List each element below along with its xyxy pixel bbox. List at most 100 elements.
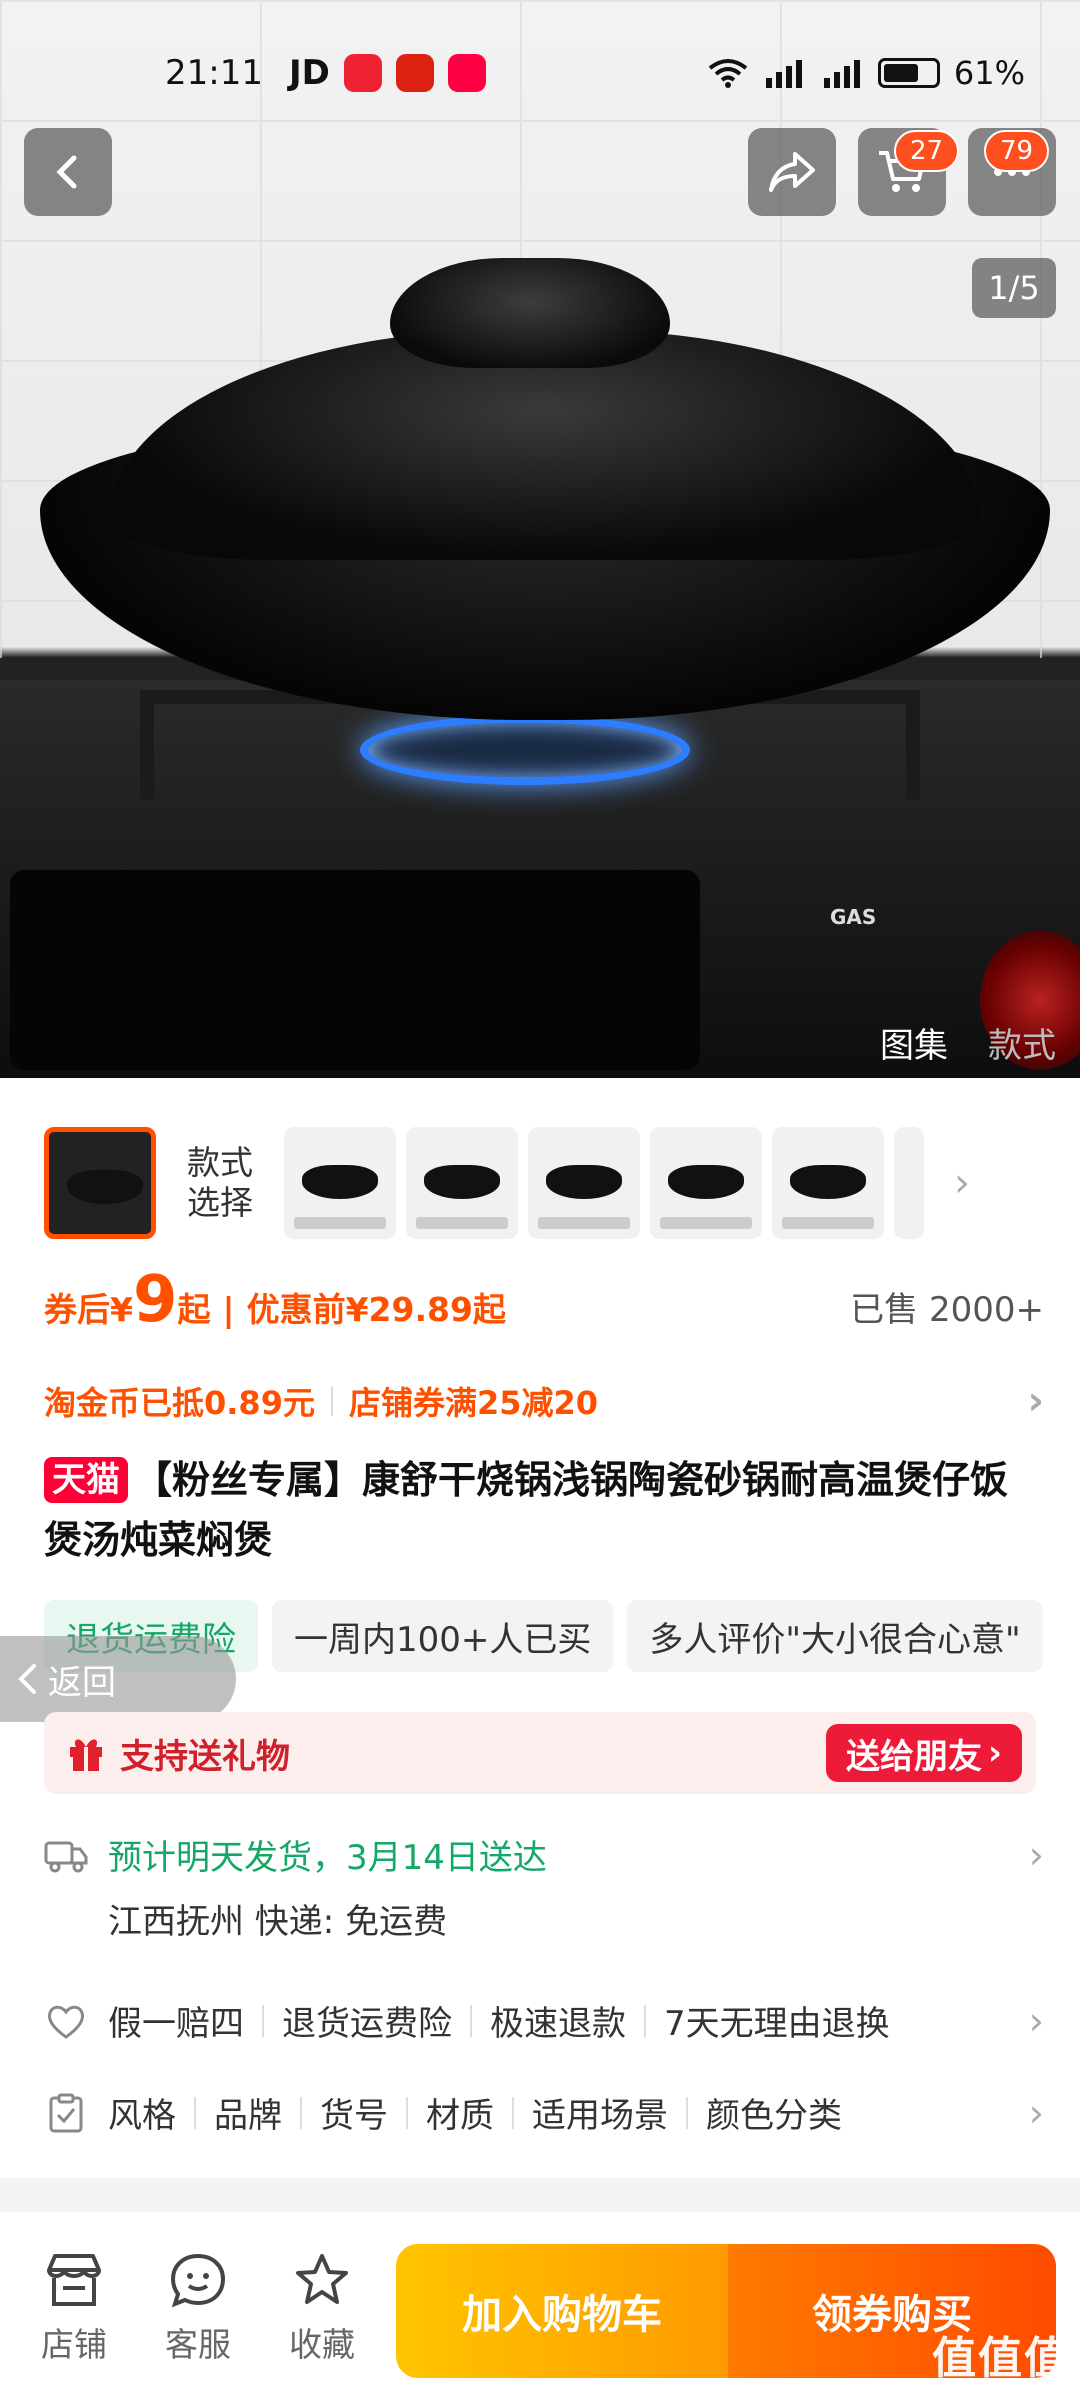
hero-tabs: 图集 款式 [880,1018,1056,1067]
status-right: 61% [708,54,1025,92]
style-select-label: 款式 选择 [174,1143,266,1223]
signal-icon [823,60,860,88]
blue-flame [360,715,690,785]
stove-front-panel [10,870,700,1070]
thumb-pot-image [668,1165,744,1199]
cart-count-badge: 27 [894,130,960,172]
chat-bubble-icon [170,2253,226,2308]
gift-icon [70,1739,102,1771]
share-icon [769,152,815,192]
back-button[interactable] [24,128,112,216]
customer-service-label: 客服 [165,2325,231,2364]
tag-review-highlight[interactable]: 多人评价"大小很合心意" [627,1600,1043,1672]
thumb-pot-image [302,1165,378,1199]
floating-back-label: 返回 [48,1662,116,1703]
divider [194,2096,196,2129]
chevron-right-icon: › [1028,1832,1044,1877]
price-separator: | [222,1290,235,1329]
shipping-row[interactable]: 预计明天发货，3月14日送达 › [44,1830,1044,1879]
thumb-pot-image [67,1170,143,1204]
shop-coupon-text: 店铺券满25减20 [348,1384,599,1422]
section-divider [0,2178,1080,2212]
thumb-caption-tag [294,1217,386,1229]
chevron-right-icon: › [1027,1378,1044,1424]
chevron-right-icon: › [987,1733,1002,1773]
clipboard-icon [44,2093,88,2133]
divider [686,2096,688,2129]
thumb-pot-image [424,1165,500,1199]
thumb-caption-tag [538,1217,630,1229]
heart-shield-icon [44,2003,88,2039]
divider [262,2004,264,2037]
param-item: 品牌 [214,2096,282,2136]
currency-symbol: ¥ [110,1290,133,1329]
price-row: 券后 ¥ 9 起 | 优惠前 ¥29.89 起 已售 2000+ [44,1268,1044,1332]
guarantee-item: 假一赔四 [108,2004,244,2044]
store-button[interactable]: 店铺 [24,2252,124,2366]
share-button[interactable] [748,128,836,216]
notification-app-icon [343,54,382,92]
thumb-caption-tag [416,1217,508,1229]
thumb-pot-image [790,1165,866,1199]
add-to-cart-label: 加入购物车 [462,2292,662,2338]
param-item: 风格 [108,2096,176,2136]
star-icon [296,2254,348,2304]
divider [644,2004,646,2037]
truck-icon [44,1837,88,1873]
style-thumb-selected[interactable] [44,1127,156,1239]
param-item: 颜色分类 [706,2096,842,2136]
thumb-caption-tag [782,1217,874,1229]
image-page-counter: 1/5 [972,258,1056,318]
before-discount-label: 优惠前 [246,1290,346,1329]
param-item: 材质 [426,2096,494,2136]
divider [330,1386,333,1416]
guarantee-row[interactable]: 假一赔四 退货运费险 极速退款 7天无理由退换 › [44,1996,1044,2045]
tab-style[interactable]: 款式 [988,1018,1056,1067]
notification-app-icon [395,54,434,92]
add-to-cart-button[interactable]: 加入购物车 [396,2244,728,2378]
battery-percent: 61% [953,54,1025,92]
thumb-caption-tag [660,1217,752,1229]
before-discount-price: ¥29.89 [345,1290,473,1329]
param-item: 货号 [320,2096,388,2136]
gift-support-text: 支持送礼物 [120,1736,290,1777]
after-coupon-label: 券后 [44,1290,110,1329]
guarantee-item: 极速退款 [490,2004,626,2044]
style-thumb[interactable] [406,1127,518,1239]
chevron-left-icon [56,155,77,189]
gift-bar[interactable]: 支持送礼物 送给朋友 › [44,1712,1036,1794]
style-label-line2: 选择 [187,1183,253,1222]
watermark-logo: 值值值 [932,2333,1070,2384]
status-jd-label: JD [288,53,330,93]
divider [470,2004,472,2037]
style-label-line1: 款式 [187,1143,253,1182]
battery-icon [877,58,940,88]
after-coupon-suffix: 起 [177,1290,211,1329]
params-row[interactable]: 风格 品牌 货号 材质 适用场景 颜色分类 › [44,2088,1044,2137]
style-thumb[interactable] [284,1127,396,1239]
customer-service-button[interactable]: 客服 [148,2252,248,2366]
store-label: 店铺 [41,2325,107,2364]
shipping-origin-row: 江西抚州 快递: 免运费 [108,1894,1080,1943]
promo-row[interactable]: 淘金币已抵0.89元 店铺券满25减20 › [44,1378,1044,1424]
divider [300,2096,302,2129]
chevron-right-icon[interactable]: › [954,1160,970,1206]
style-thumb[interactable] [650,1127,762,1239]
guarantee-item: 7天无理由退换 [664,2004,890,2044]
store-icon [47,2254,101,2306]
guarantee-item: 退货运费险 [282,2004,452,2044]
divider [406,2096,408,2129]
send-to-friend-button[interactable]: 送给朋友 › [825,1724,1022,1782]
style-thumb[interactable] [772,1127,884,1239]
floating-back-button[interactable]: 返回 [0,1636,236,1722]
style-thumb[interactable] [528,1127,640,1239]
product-title: 【粉丝专属】康舒干烧锅浅锅陶瓷砂锅耐高温煲仔饭煲汤炖菜焖煲 [44,1458,1009,1562]
favorite-button[interactable]: 收藏 [272,2252,372,2366]
tab-gallery[interactable]: 图集 [880,1018,948,1067]
status-bar: 21:11 JD 61% [165,48,1025,98]
style-selector[interactable]: 款式 选择 › [44,1124,970,1242]
thumb-pot-image [546,1165,622,1199]
sold-count: 已售 2000+ [850,1290,1044,1330]
style-thumb-partial[interactable] [894,1127,924,1239]
tag-weekly-buyers[interactable]: 一周内100+人已买 [272,1600,614,1672]
